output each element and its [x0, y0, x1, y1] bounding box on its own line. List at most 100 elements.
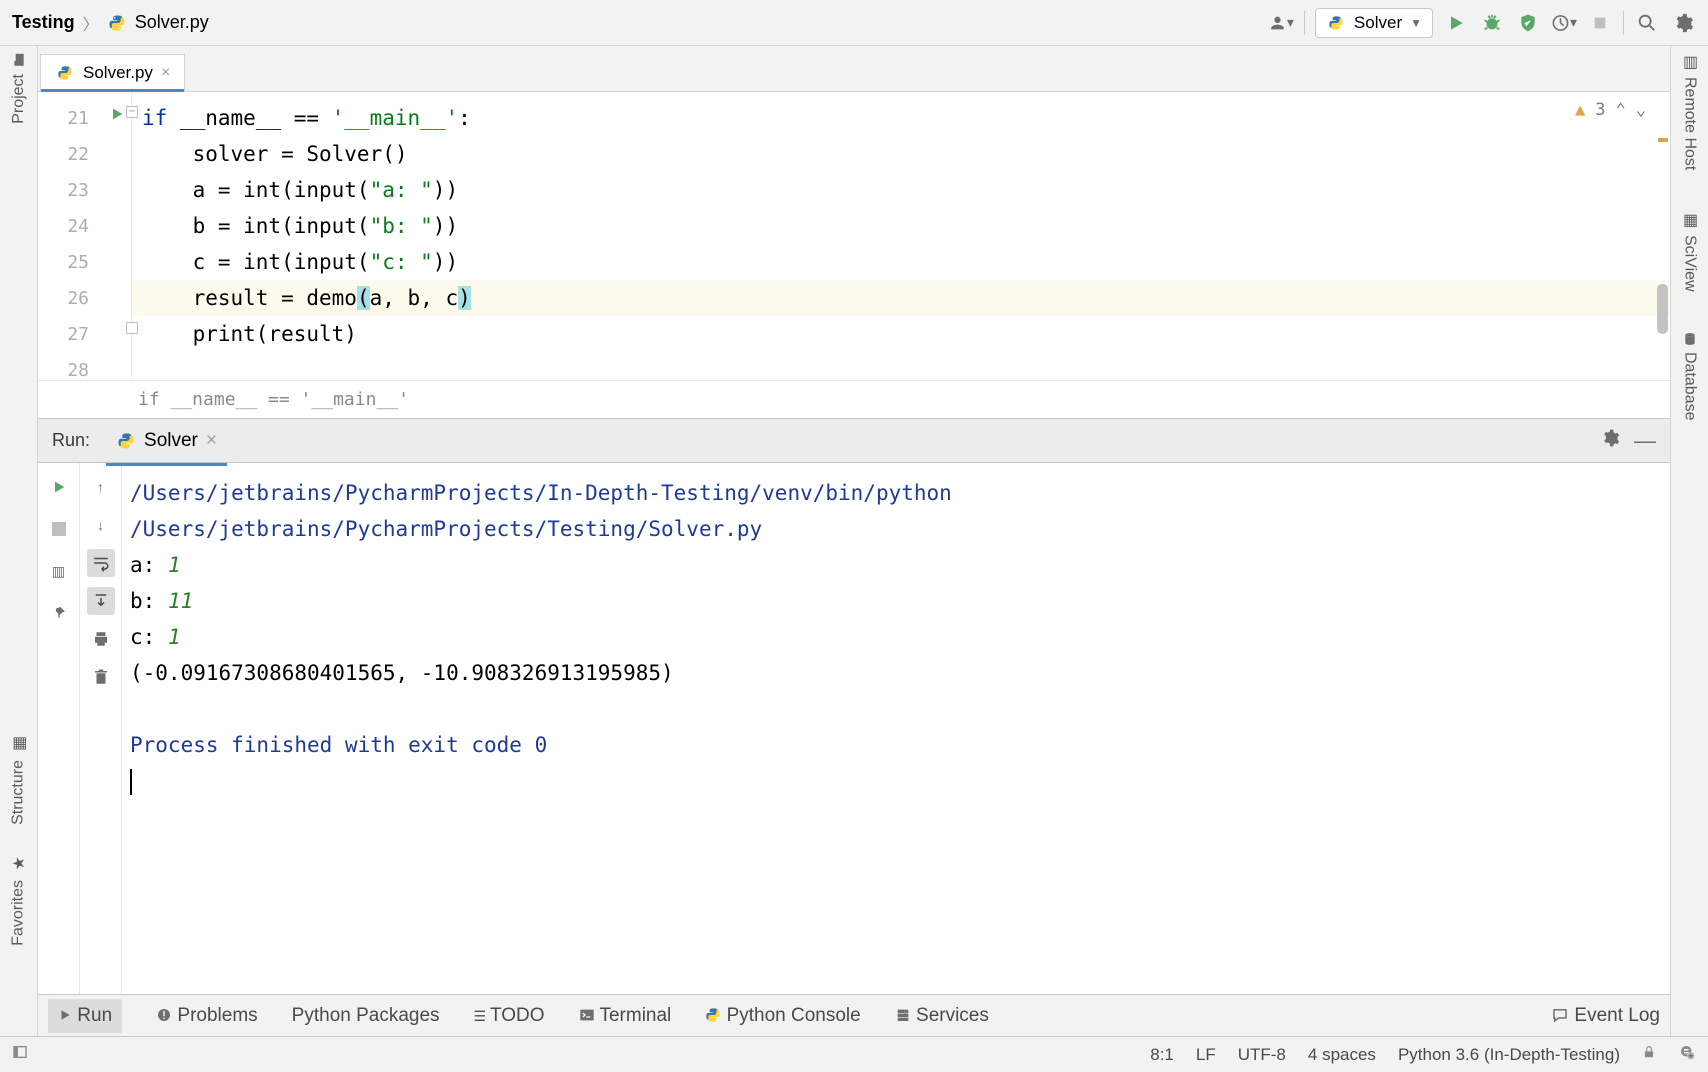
code-text: )): [433, 178, 458, 202]
left-tool-strip: Project Structure ▦ Favorites ★: [0, 46, 38, 1036]
lock-icon[interactable]: [1642, 1044, 1656, 1065]
editor-gutter[interactable]: 21 22 23 24 25 26 27 28 −: [38, 92, 132, 380]
structure-tool-button[interactable]: Structure ▦: [9, 735, 28, 825]
inspection-widget[interactable]: ▲ 3 ⌃ ⌄: [1575, 100, 1646, 120]
separator: [1623, 11, 1624, 35]
code-body[interactable]: ▲ 3 ⌃ ⌄ if __name__ == '__main__': solve…: [132, 92, 1670, 380]
user-dropdown-icon[interactable]: ▾: [1268, 10, 1294, 36]
code-text: ): [458, 286, 471, 310]
star-icon: ★: [9, 855, 28, 874]
remote-host-tool-button[interactable]: ▥ Remote Host: [1680, 52, 1699, 170]
problems-tool-button[interactable]: Problems: [156, 1005, 258, 1027]
stop-button[interactable]: [1587, 10, 1613, 36]
line-number: 27: [67, 324, 89, 345]
settings-button[interactable]: [1670, 10, 1696, 36]
code-text: print(result): [142, 322, 357, 346]
favorites-tool-button[interactable]: Favorites ★: [9, 855, 28, 946]
breadcrumb-scope[interactable]: if __name__ == '__main__': [138, 389, 409, 410]
database-tool-button[interactable]: Database: [1681, 332, 1699, 421]
run-settings-icon[interactable]: [1600, 428, 1620, 454]
project-tool-button[interactable]: Project: [10, 52, 28, 124]
code-text: solver = Solver(): [142, 142, 408, 166]
todo-tool-button[interactable]: ☰ TODO: [474, 1005, 545, 1027]
layout-button[interactable]: ▥: [45, 557, 73, 585]
python-console-tool-button[interactable]: Python Console: [705, 1005, 860, 1027]
run-tab-solver[interactable]: Solver ×: [106, 424, 227, 458]
folder-icon: [11, 51, 27, 69]
code-text: a, b, c: [370, 286, 459, 310]
pin-button[interactable]: [45, 599, 73, 627]
line-number: 23: [67, 180, 89, 201]
python-icon: [1326, 13, 1346, 33]
code-editor[interactable]: 21 22 23 24 25 26 27 28 − ▲ 3 ⌃ ⌄ if __n…: [38, 92, 1670, 380]
sciview-tool-button[interactable]: ▦ SciView: [1680, 210, 1699, 292]
breadcrumb[interactable]: Testing 〉 Solver.py: [12, 11, 1268, 35]
chevron-right-icon: 〉: [83, 11, 99, 35]
next-highlight-icon[interactable]: ⌄: [1636, 100, 1646, 120]
gutter-run-icon[interactable]: [109, 106, 125, 127]
stop-run-button[interactable]: [45, 515, 73, 543]
caret-position[interactable]: 8:1: [1150, 1045, 1174, 1065]
bottom-tool-bar: Run Problems Python Packages ☰ TODO Term…: [38, 994, 1670, 1036]
tool-windows-toggle-icon[interactable]: [12, 1044, 28, 1065]
warning-triangle-icon: ▲: [1575, 100, 1585, 120]
prev-highlight-icon[interactable]: ⌃: [1616, 100, 1626, 120]
up-stack-icon[interactable]: ↑: [87, 473, 115, 501]
indent-setting[interactable]: 4 spaces: [1308, 1045, 1376, 1065]
breadcrumb-file[interactable]: Solver.py: [135, 12, 209, 33]
editor-tabs: Solver.py ×: [0, 46, 1708, 92]
coverage-button[interactable]: [1515, 10, 1541, 36]
code-text: b = int(input(: [142, 214, 370, 238]
print-icon[interactable]: [87, 625, 115, 653]
search-everywhere-button[interactable]: [1634, 10, 1660, 36]
hide-run-window-icon[interactable]: —: [1634, 428, 1656, 454]
run-tool-button[interactable]: Run: [48, 999, 122, 1033]
status-bar: 8:1 LF UTF-8 4 spaces Python 3.6 (In-Dep…: [0, 1036, 1708, 1072]
clear-all-icon[interactable]: [87, 663, 115, 691]
run-panel-label: Run:: [52, 430, 90, 451]
profile-button[interactable]: ▾: [1551, 10, 1577, 36]
line-number: 21: [67, 108, 89, 129]
inspection-profile-icon[interactable]: [1678, 1043, 1696, 1066]
scrollbar-thumb[interactable]: [1657, 284, 1668, 334]
terminal-tool-button[interactable]: Terminal: [579, 1005, 672, 1027]
python-packages-tool-button[interactable]: Python Packages: [292, 1005, 440, 1027]
editor-tab-solver[interactable]: Solver.py ×: [40, 54, 185, 91]
editor-area: 21 22 23 24 25 26 27 28 − ▲ 3 ⌃ ⌄ if __n…: [38, 92, 1670, 1072]
close-run-tab-icon[interactable]: ×: [206, 430, 217, 452]
file-encoding[interactable]: UTF-8: [1238, 1045, 1286, 1065]
down-stack-icon[interactable]: ↓: [87, 511, 115, 539]
console-input: 1: [168, 625, 181, 649]
close-tab-icon[interactable]: ×: [161, 64, 170, 82]
event-log-tool-button[interactable]: Event Log: [1551, 1005, 1660, 1027]
debug-button[interactable]: [1479, 10, 1505, 36]
warning-marker[interactable]: [1658, 138, 1668, 142]
run-sidebar-left: ▥: [38, 463, 80, 1072]
run-config-label: Solver: [1354, 13, 1402, 33]
scroll-to-end-toggle[interactable]: [87, 587, 115, 615]
python-interpreter[interactable]: Python 3.6 (In-Depth-Testing): [1398, 1045, 1620, 1065]
soft-wrap-toggle[interactable]: [87, 549, 115, 577]
dropdown-triangle-icon: ▼: [1410, 16, 1422, 30]
code-text: c = int(input(: [142, 250, 370, 274]
run-configuration-selector[interactable]: Solver ▼: [1315, 8, 1433, 38]
console-prompt: b:: [130, 589, 168, 613]
code-text: if: [142, 106, 167, 130]
toolbar-right: ▾ Solver ▼ ▾: [1268, 8, 1696, 38]
console-input: 1: [168, 553, 181, 577]
remote-icon: ▥: [1680, 52, 1699, 71]
code-text: result = demo: [142, 286, 357, 310]
line-separator[interactable]: LF: [1196, 1045, 1216, 1065]
python-file-icon: [55, 63, 75, 83]
run-tool-window: Run: Solver × — ▥: [38, 418, 1670, 1072]
run-button[interactable]: [1443, 10, 1469, 36]
separator: [1304, 11, 1305, 35]
rerun-button[interactable]: [45, 473, 73, 501]
code-text: __name__ ==: [167, 106, 331, 130]
console-output[interactable]: /Users/jetbrains/PycharmProjects/In-Dept…: [122, 463, 1670, 1072]
error-stripe[interactable]: [1656, 92, 1670, 380]
services-tool-button[interactable]: Services: [895, 1005, 989, 1027]
code-text: :: [458, 106, 471, 130]
breadcrumb-project[interactable]: Testing: [12, 12, 75, 33]
code-text: "b: ": [370, 214, 433, 238]
